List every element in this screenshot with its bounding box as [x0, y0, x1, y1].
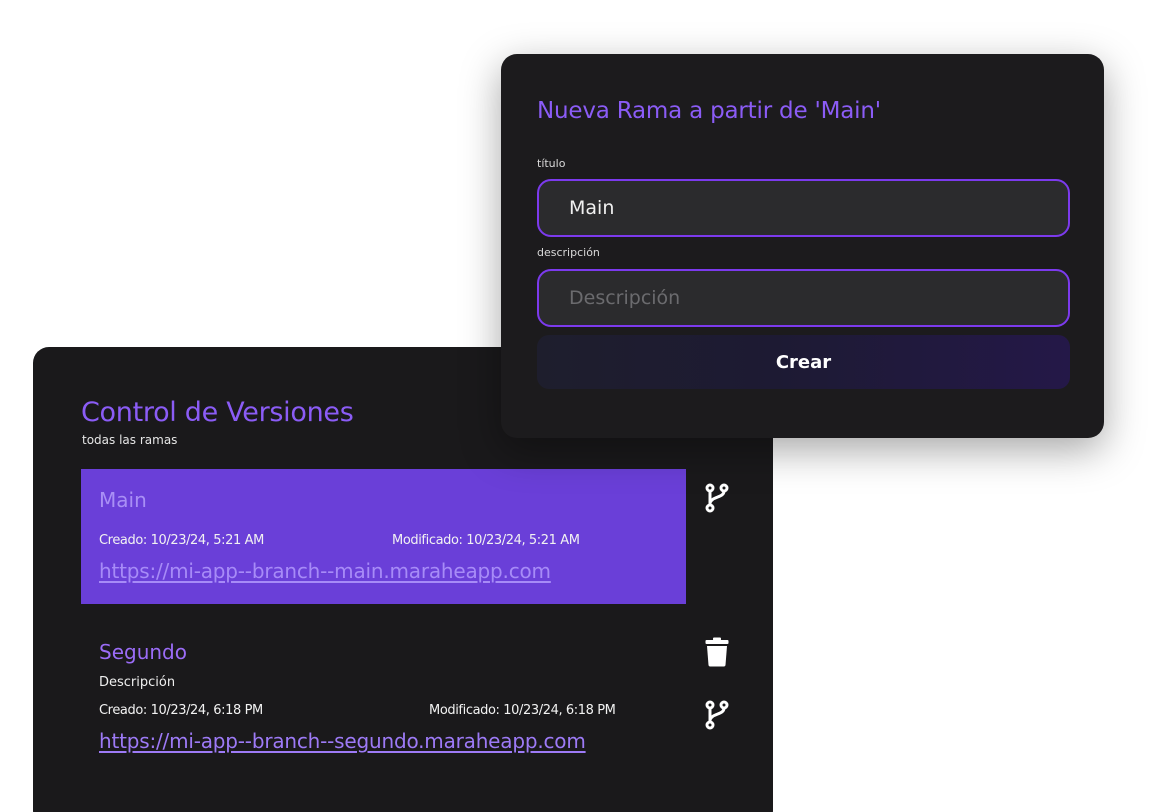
branch-modified: Modificado: 10/23/24, 6:18 PM — [429, 703, 616, 718]
panel-subtitle: todas las ramas — [82, 433, 178, 447]
stage: Control de Versiones todas las ramas Mai… — [0, 0, 1151, 812]
git-branch-icon[interactable] — [702, 700, 732, 730]
branch-url-link[interactable]: https://mi-app--branch--segundo.maraheap… — [99, 729, 586, 753]
branch-created: Creado: 10/23/24, 6:18 PM — [99, 703, 263, 718]
title-input[interactable] — [537, 179, 1070, 237]
create-button[interactable]: Crear — [537, 335, 1070, 389]
title-field-label: título — [537, 157, 566, 170]
branch-item-segundo[interactable]: Segundo Descripción Creado: 10/23/24, 6:… — [81, 625, 686, 765]
branch-modified: Modificado: 10/23/24, 5:21 AM — [392, 533, 580, 548]
git-branch-icon[interactable] — [702, 483, 732, 513]
description-input[interactable] — [537, 269, 1070, 327]
trash-icon[interactable] — [702, 637, 732, 667]
description-field-label: descripción — [537, 246, 600, 259]
new-branch-modal: Nueva Rama a partir de 'Main' título des… — [501, 54, 1104, 438]
branch-description: Descripción — [99, 675, 176, 690]
branch-name: Main — [99, 488, 147, 512]
branch-name: Segundo — [99, 640, 187, 664]
branch-url-link[interactable]: https://mi-app--branch--main.maraheapp.c… — [99, 559, 551, 583]
modal-title: Nueva Rama a partir de 'Main' — [537, 98, 881, 124]
panel-title: Control de Versiones — [81, 397, 354, 428]
branch-item-main[interactable]: Main Creado: 10/23/24, 5:21 AM Modificad… — [81, 469, 686, 604]
branch-created: Creado: 10/23/24, 5:21 AM — [99, 533, 264, 548]
